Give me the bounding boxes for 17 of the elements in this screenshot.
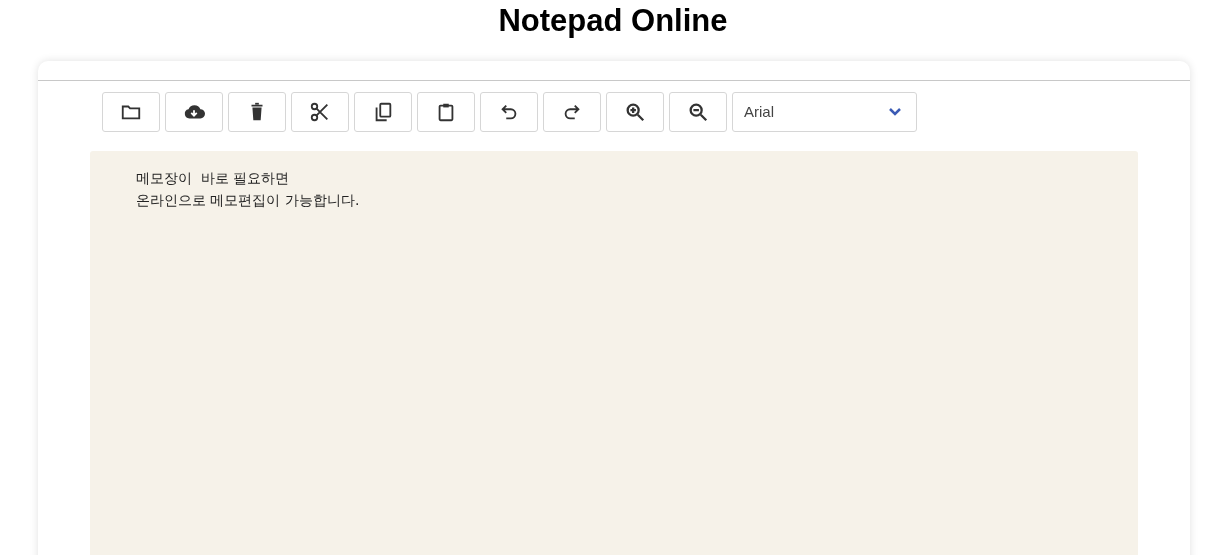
toolbar-button[interactable]: [480, 92, 538, 132]
toolbar-button[interactable]: [228, 92, 286, 132]
page-title: Notepad Online: [498, 2, 728, 40]
text-editor[interactable]: 메모장이 바로 필요하면 온라인으로 메모편집이 가능합니다.: [90, 151, 1138, 555]
toolbar-button[interactable]: [291, 92, 349, 132]
toolbar-button[interactable]: [165, 92, 223, 132]
toolbar-button[interactable]: [417, 92, 475, 132]
toolbar-button[interactable]: [354, 92, 412, 132]
zoom-in-icon: [624, 101, 646, 123]
font-select[interactable]: Arial: [732, 92, 917, 132]
chevron-down-icon: [888, 107, 902, 117]
scissors-icon: [309, 101, 331, 123]
toolbar-button[interactable]: [669, 92, 727, 132]
toolbar-button[interactable]: [102, 92, 160, 132]
toolbar-button[interactable]: [543, 92, 601, 132]
zoom-out-icon: [687, 101, 709, 123]
toolbar-button[interactable]: [606, 92, 664, 132]
